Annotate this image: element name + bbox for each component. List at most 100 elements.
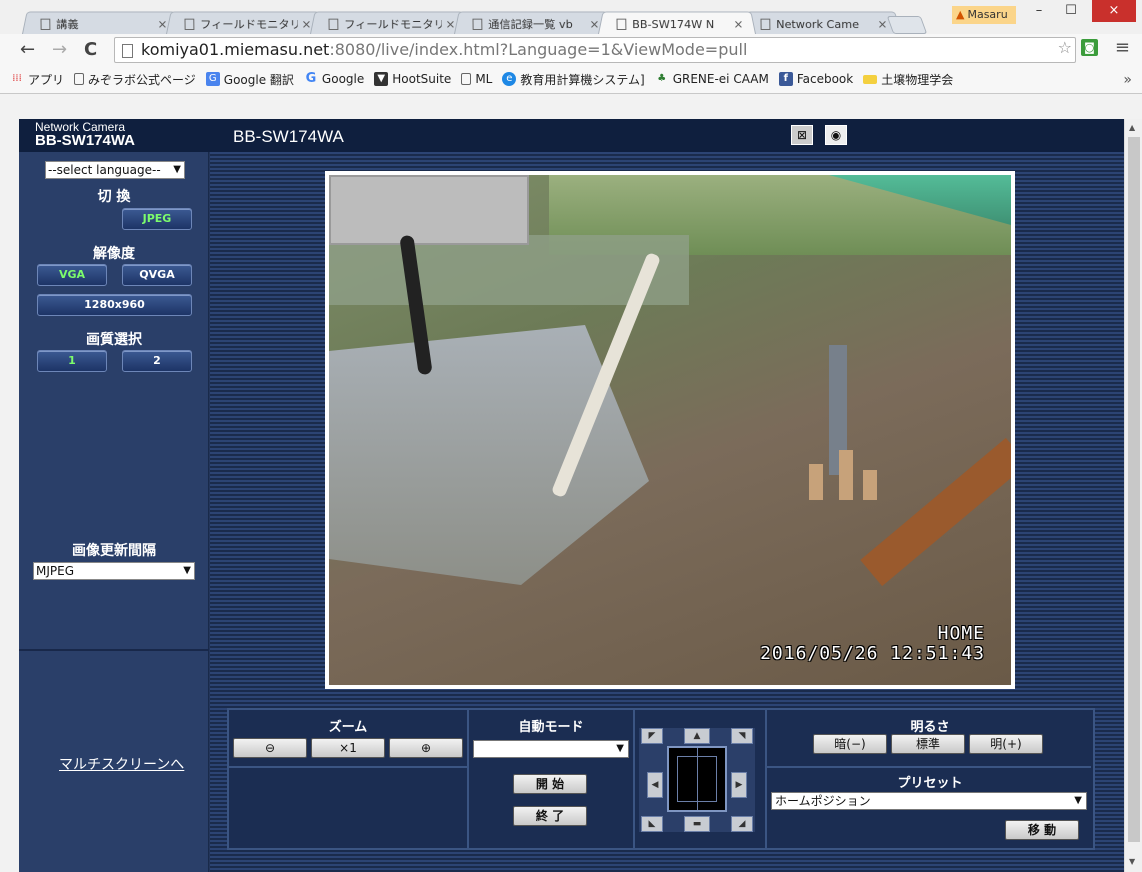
auto-mode-select[interactable]: ▼ [473, 740, 629, 758]
resolution-1280-button[interactable]: 1280x960 [37, 294, 192, 316]
bookmark-hootsuite[interactable]: ▼ HootSuite [374, 72, 451, 86]
menu-icon[interactable]: ≡ [1115, 37, 1130, 58]
bookmark-google[interactable]: G Google [304, 72, 365, 87]
ptz-pad: ▲ ▬ ◀ ▶ ◤ ◥ ◣ ◢ [639, 728, 755, 832]
new-tab-button[interactable] [886, 16, 928, 34]
multiscreen-link[interactable]: マルチスクリーンへ [59, 754, 184, 774]
pan-down-icon[interactable]: ▬ [684, 816, 710, 832]
tab-0[interactable]: 講義 × [22, 11, 180, 34]
tab-4[interactable]: BB-SW174W N × [598, 11, 756, 34]
auto-stop-button[interactable]: 終 了 [513, 806, 587, 826]
page-icon [461, 73, 472, 85]
fullscreen-icon[interactable]: ⊠ [791, 125, 813, 145]
tab-close-icon[interactable]: × [877, 18, 887, 31]
zoom-divider [229, 766, 467, 768]
refresh-interval-select[interactable]: MJPEG ▼ [33, 562, 195, 580]
brightness-dark-button[interactable]: 暗(−) [813, 734, 887, 754]
bookmark-mizolab[interactable]: みぞラボ公式ページ [74, 71, 196, 88]
language-select-value: --select language-- [48, 163, 161, 177]
scroll-down-icon[interactable]: ▼ [1129, 857, 1135, 866]
bookmark-grene[interactable]: ♣ GRENE-ei CAAM [655, 72, 769, 86]
folder-icon [863, 74, 878, 84]
tab-2[interactable]: フィールドモニタリン × [310, 11, 468, 34]
snapshot-camera-icon[interactable]: ◉ [825, 125, 847, 145]
pan-upleft-icon[interactable]: ◤ [641, 728, 663, 744]
bookmarks-overflow-icon[interactable]: » [1123, 72, 1132, 88]
preset-value: ホームポジション [775, 794, 871, 808]
extension-icon[interactable]: ◙ [1081, 39, 1098, 56]
scroll-thumb[interactable] [1128, 137, 1140, 842]
address-bar[interactable]: komiya01.miemasu.net:8080/live/index.htm… [114, 37, 1076, 63]
minimize-button[interactable]: – [1024, 0, 1054, 22]
bookmark-label: Facebook [796, 72, 854, 86]
ptz-center[interactable] [667, 746, 727, 812]
tab-label: フィールドモニタリン [200, 17, 298, 31]
tab-close-icon[interactable]: × [157, 18, 167, 31]
profile-badge[interactable]: ▲ Masaru [952, 6, 1016, 24]
vga-button[interactable]: VGA [37, 264, 107, 286]
translate-icon: G [205, 72, 220, 86]
refresh-interval-label: 画像更新間隔 [72, 543, 156, 559]
camera-sidebar: --select language-- ▼ 切 換 JPEG 解像度 VGA QV… [19, 152, 209, 872]
bookmark-google-translate[interactable]: G Google 翻訳 [205, 71, 294, 88]
camera-header: Network Camera BB-SW174WA BB-SW174WA ⊠ ◉ [19, 119, 1124, 152]
scroll-up-icon[interactable]: ▲ [1129, 123, 1135, 132]
jpeg-button[interactable]: JPEG [122, 208, 192, 230]
pan-left-icon[interactable]: ◀ [647, 772, 663, 798]
page-icon [616, 18, 627, 30]
brightness-light-button[interactable]: 明(+) [969, 734, 1043, 754]
control-panel: ズーム ⊖ ×1 ⊕ 自動モード ▼ 開 始 終 了 ▲ ▬ ◀ ▶ ◤ ◥ ◣… [227, 708, 1095, 850]
quality-1-button[interactable]: 1 [37, 350, 107, 372]
auto-start-button[interactable]: 開 始 [513, 774, 587, 794]
video-water-scene [329, 325, 649, 585]
language-select[interactable]: --select language-- ▼ [45, 161, 185, 179]
bookmark-soil-society[interactable]: 土壌物理学会 [863, 71, 953, 88]
tab-close-icon[interactable]: × [733, 18, 743, 31]
zoom-in-button[interactable]: ⊕ [389, 738, 463, 758]
brightness-preset-section: 明るさ 暗(−) 標準 明(+) プリセット ホームポジション ▼ 移 動 [767, 710, 1093, 848]
pan-upright-icon[interactable]: ◥ [731, 728, 753, 744]
tab-5[interactable]: Network Came × [742, 11, 900, 34]
tab-3[interactable]: 通信記録一覧 vb × [454, 11, 612, 34]
zoom-out-button[interactable]: ⊖ [233, 738, 307, 758]
preset-select[interactable]: ホームポジション ▼ [771, 792, 1087, 810]
hootsuite-icon: ▼ [374, 72, 389, 86]
close-window-button[interactable]: × [1092, 0, 1136, 22]
bookmark-ml[interactable]: ML [461, 72, 492, 86]
page-scrollbar[interactable]: ▲ ▼ [1124, 119, 1142, 872]
facebook-icon: f [778, 72, 793, 86]
bookmark-label: Google 翻訳 [223, 72, 294, 87]
bookmark-label: HootSuite [392, 72, 452, 86]
bookmark-facebook[interactable]: f Facebook [778, 72, 854, 86]
tab-label: フィールドモニタリン [344, 17, 442, 31]
tab-close-icon[interactable]: × [301, 18, 311, 31]
forward-icon[interactable]: → [52, 39, 67, 60]
bookmark-apps[interactable]: ⁞⁞⁞ アプリ [10, 71, 64, 88]
tab-close-icon[interactable]: × [589, 18, 599, 31]
bookmarks-bar: ⁞⁞⁞ アプリ みぞラボ公式ページ G Google 翻訳 G Google ▼ Hoo… [0, 66, 963, 92]
pan-right-icon[interactable]: ▶ [731, 772, 747, 798]
back-icon[interactable]: ← [20, 39, 35, 60]
pan-downleft-icon[interactable]: ◣ [641, 816, 663, 832]
url-host: komiya01.miemasu.net [141, 40, 330, 59]
osd-home: HOME [937, 623, 985, 644]
preset-go-button[interactable]: 移 動 [1005, 820, 1079, 840]
pan-downright-icon[interactable]: ◢ [731, 816, 753, 832]
bookmark-star-icon[interactable]: ☆ [1058, 38, 1072, 57]
quality-2-button[interactable]: 2 [122, 350, 192, 372]
video-camera-housing [329, 175, 529, 245]
maximize-button[interactable]: ☐ [1056, 0, 1086, 22]
tab-1[interactable]: フィールドモニタリン × [166, 11, 324, 34]
reload-icon[interactable]: C [84, 39, 97, 60]
zoom-reset-button[interactable]: ×1 [311, 738, 385, 758]
brightness-standard-button[interactable]: 標準 [891, 734, 965, 754]
video-frame: HOME 2016/05/26 12:51:43 [325, 171, 1015, 689]
qvga-button[interactable]: QVGA [122, 264, 192, 286]
live-video[interactable]: HOME 2016/05/26 12:51:43 [329, 175, 1011, 685]
tab-close-icon[interactable]: × [445, 18, 455, 31]
quality-label: 画質選択 [86, 332, 142, 348]
page-icon [760, 18, 771, 30]
bookmark-edu-system[interactable]: e 教育用計算機システム] [502, 71, 645, 88]
tab-label: 講義 [56, 17, 79, 31]
pan-up-icon[interactable]: ▲ [684, 728, 710, 744]
